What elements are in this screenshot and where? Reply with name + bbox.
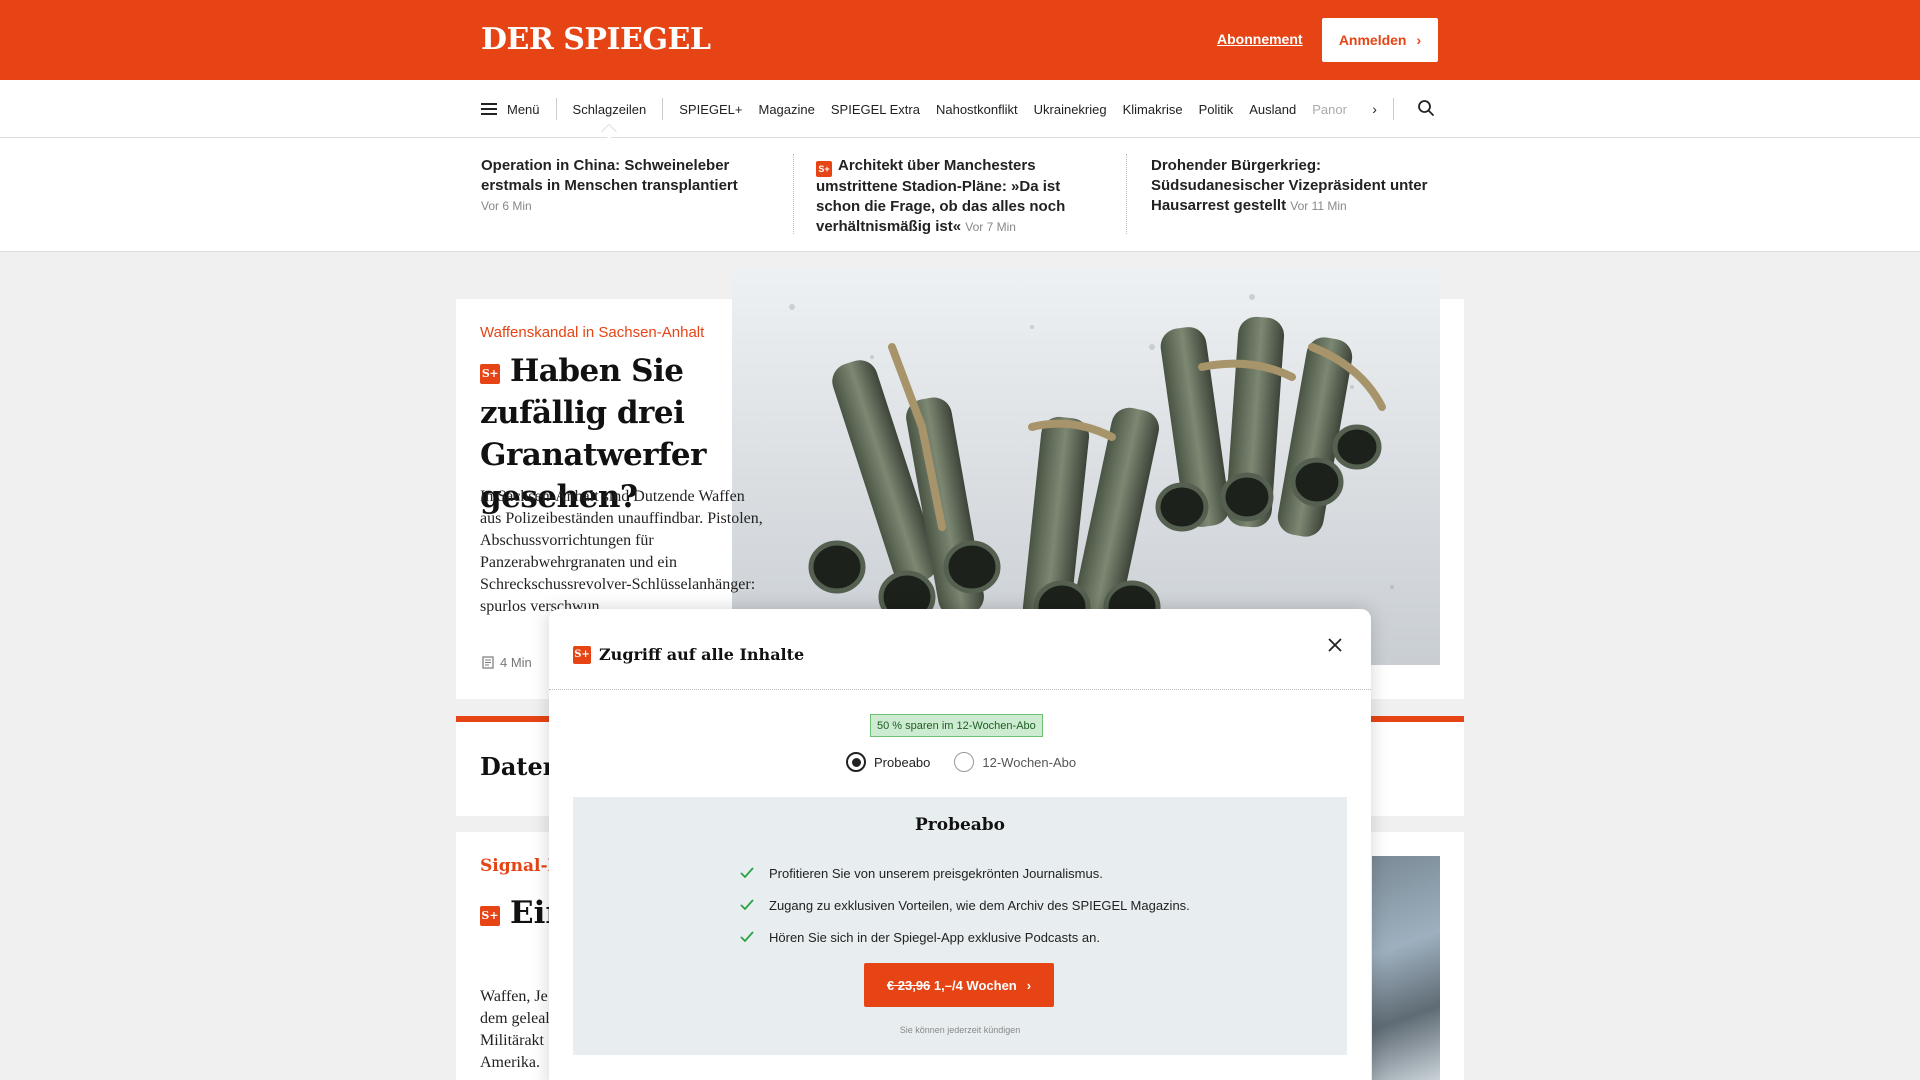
ticker-time: Vor 7 Min <box>965 220 1016 234</box>
lead-kicker[interactable]: Waffenskandal in Sachsen-Anhalt <box>480 324 704 341</box>
plan-options: Probeabo 12-Wochen-Abo <box>846 752 1100 772</box>
cancel-note: Sie können jederzeit kündigen <box>899 1025 1021 1035</box>
new-price: 1,–/4 Wochen <box>933 977 1017 993</box>
benefit-text: Profitieren Sie von unserem preisgekrönt… <box>769 865 1103 881</box>
nav-divider <box>662 98 664 120</box>
benefit-item: Hören Sie sich in der Spiegel-App exklus… <box>739 921 1190 953</box>
nav-item-ukrainekrieg[interactable]: Ukrainekrieg <box>1034 102 1107 117</box>
nav-item-spiegel-extra[interactable]: SPIEGEL Extra <box>831 102 920 117</box>
ticker-title: Architekt über Manchesters umstrittene S… <box>816 157 1066 235</box>
nav-divider <box>555 98 557 120</box>
spiegel-plus-icon: S+ <box>480 906 500 926</box>
nav-item-nahostkonflikt[interactable]: Nahostkonflikt <box>936 102 1018 117</box>
article-icon <box>482 656 494 669</box>
plan-box: Probeabo Profitieren Sie von unserem pre… <box>573 797 1347 1055</box>
chevron-right-icon: › <box>1416 32 1422 48</box>
subscribe-button[interactable]: € 23,96 1,–/4 Wochen › <box>864 963 1054 1007</box>
spiegel-plus-icon: S+ <box>816 161 832 177</box>
nav-divider <box>1392 98 1394 120</box>
teaser-text-line: Militärakt <box>480 1032 544 1049</box>
benefit-text: Hören Sie sich in der Spiegel-App exklus… <box>769 929 1100 945</box>
option-label: Probeabo <box>874 754 931 770</box>
nav-item-magazine[interactable]: Magazine <box>758 102 814 117</box>
read-time: 4 Min <box>482 655 532 670</box>
site-header: DER SPIEGEL Abonnement Anmelden › <box>0 0 1920 80</box>
option-probeabo[interactable]: Probeabo <box>846 752 930 772</box>
benefit-text: Zugang zu exklusiven Vorteilen, wie dem … <box>769 897 1190 913</box>
benefit-item: Zugang zu exklusiven Vorteilen, wie dem … <box>739 889 1190 921</box>
hamburger-icon <box>481 103 497 115</box>
ticker-item[interactable]: Drohender Bürgerkrieg: Südsudanesischer … <box>1151 156 1441 216</box>
ticker-title: Operation in China: Schweineleber erstma… <box>481 157 738 194</box>
option-12-wochen-abo[interactable]: 12-Wochen-Abo <box>954 752 1076 772</box>
modal-title: S+ Zugriff auf alle Inhalte <box>573 645 804 664</box>
plan-title: Probeabo <box>914 815 1006 835</box>
nav-item-schlagzeilen[interactable]: Schlagzeilen <box>573 102 647 117</box>
main-nav: Menü Schlagzeilen SPIEGEL+ Magazine SPIE… <box>0 80 1920 138</box>
check-icon <box>740 931 754 943</box>
teaser-text-line: Waffen, Je <box>480 988 548 1005</box>
ticker-item[interactable]: Operation in China: Schweineleber erstma… <box>481 156 771 216</box>
paywall-modal: S+ Zugriff auf alle Inhalte 50 % sparen … <box>549 609 1371 1080</box>
teaser-text-line: dem geleal <box>480 1010 550 1027</box>
chevron-right-icon[interactable]: › <box>1372 101 1377 117</box>
spiegel-plus-icon: S+ <box>573 645 591 664</box>
nav-item-spiegel-plus[interactable]: SPIEGEL+ <box>679 102 742 117</box>
nav-item-klimakrise[interactable]: Klimakrise <box>1123 102 1183 117</box>
nav-item-politik[interactable]: Politik <box>1199 102 1234 117</box>
ticker-divider <box>1126 154 1127 234</box>
chevron-right-icon: › <box>1026 977 1032 993</box>
nav-item-ausland[interactable]: Ausland <box>1249 102 1296 117</box>
benefit-item: Profitieren Sie von unserem preisgekrönt… <box>739 857 1190 889</box>
nav-item-panorama[interactable]: Panor <box>1312 102 1348 117</box>
radio-unselected[interactable] <box>954 752 975 772</box>
teaser-headline[interactable]: S+Ein aus e <box>480 892 560 934</box>
login-label: Anmelden <box>1338 32 1407 48</box>
abonnement-link[interactable]: Abonnement <box>1217 31 1303 47</box>
ticker-item[interactable]: S+ Architekt über Manchesters umstrittene… <box>816 156 1086 237</box>
teaser-text: Waffen, Je dem geleal Militärakt Amerika… <box>480 986 560 1074</box>
news-ticker: Operation in China: Schweineleber erstma… <box>0 138 1920 252</box>
spiegel-plus-icon: S+ <box>480 364 500 384</box>
radio-selected[interactable] <box>846 752 866 772</box>
hero-image[interactable] <box>732 267 1440 665</box>
check-icon <box>740 867 754 879</box>
old-price: € 23,96 <box>886 977 931 993</box>
menu-label: Menü <box>507 101 540 117</box>
ticker-time: Vor 6 Min <box>481 199 532 213</box>
teaser-text-line: Amerika. <box>480 1054 540 1071</box>
login-button[interactable]: Anmelden › <box>1322 18 1438 62</box>
check-icon <box>740 899 754 911</box>
read-time-label: 4 Min <box>500 655 532 670</box>
modal-title-text: Zugriff auf alle Inhalte <box>599 645 805 664</box>
ticker-divider <box>793 154 794 234</box>
teaser-image[interactable] <box>1372 856 1440 1080</box>
close-icon[interactable] <box>1326 636 1344 654</box>
option-label: 12-Wochen-Abo <box>982 754 1077 770</box>
logo[interactable]: DER SPIEGEL <box>481 22 711 57</box>
benefit-list: Profitieren Sie von unserem preisgekrönt… <box>739 857 1190 953</box>
modal-divider <box>549 689 1371 690</box>
search-icon[interactable] <box>1417 99 1435 117</box>
menu-button[interactable]: Menü <box>481 102 540 117</box>
lead-teaser-text: In Sachsen-Anhalt sind Dutzende Waffen a… <box>480 488 763 615</box>
savings-badge: 50 % sparen im 12-Wochen-Abo <box>870 714 1043 737</box>
ticker-time: Vor 11 Min <box>1290 199 1347 213</box>
